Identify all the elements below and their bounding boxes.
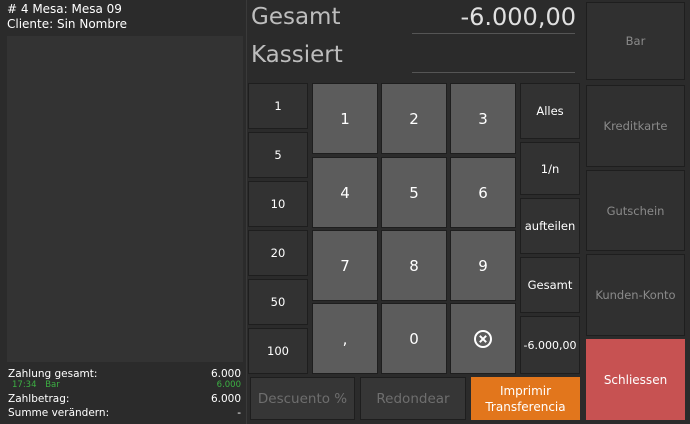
order-panel: # 4 Mesa: Mesa 09 Cliente: Sin Nombre Za…	[0, 0, 245, 424]
kunden-konto-button[interactable]: Kunden-Konto	[586, 254, 685, 336]
payment-amount: 6.000	[216, 380, 241, 390]
quick-amount-50[interactable]: 50	[248, 279, 308, 325]
imprimir-transferencia-button[interactable]: Imprimir Transferencia	[471, 377, 580, 420]
imprimir-label: Imprimir	[499, 383, 552, 398]
key-9[interactable]: 9	[450, 230, 516, 301]
summe-value: -	[237, 407, 241, 419]
key-0[interactable]: 0	[381, 303, 447, 374]
redondear-button[interactable]: Redondear	[360, 377, 466, 420]
gesamt-label: Gesamt	[251, 4, 341, 30]
key-1[interactable]: 1	[312, 83, 378, 154]
kassiert-underline	[412, 72, 575, 73]
summe-row: Summe verändern: -	[8, 407, 241, 420]
key-5[interactable]: 5	[381, 157, 447, 228]
key-clear[interactable]	[450, 303, 516, 374]
key-6[interactable]: 6	[450, 157, 516, 228]
quick-amount-100[interactable]: 100	[248, 328, 308, 374]
summe-label: Summe verändern:	[8, 407, 110, 419]
transferencia-label: Transferencia	[485, 399, 566, 414]
key-comma[interactable]: ,	[312, 303, 378, 374]
panel-divider	[246, 0, 247, 424]
descuento-button[interactable]: Descuento %	[250, 377, 355, 420]
order-items-list[interactable]	[7, 36, 243, 362]
key-3[interactable]: 3	[450, 83, 516, 154]
quick-amount-5[interactable]: 5	[248, 132, 308, 178]
amount-button[interactable]: -6.000,00	[520, 316, 580, 374]
kassiert-label: Kassiert	[251, 42, 343, 68]
payment-time: 17:34	[12, 380, 37, 390]
zahlbetrag-label: Zahlbetrag:	[8, 393, 70, 405]
gesamt-button[interactable]: Gesamt	[520, 257, 580, 313]
client-name: Cliente: Sin Nombre	[7, 17, 128, 31]
key-8[interactable]: 8	[381, 230, 447, 301]
payment-method: Bar	[45, 380, 60, 390]
bar-button[interactable]: Bar	[586, 2, 685, 80]
gutschein-button[interactable]: Gutschein	[586, 170, 685, 251]
schliessen-button[interactable]: Schliessen	[586, 339, 685, 420]
key-4[interactable]: 4	[312, 157, 378, 228]
key-2[interactable]: 2	[381, 83, 447, 154]
zahlbetrag-row: Zahlbetrag: 6.000	[8, 393, 241, 406]
quick-amount-10[interactable]: 10	[248, 181, 308, 227]
clear-icon	[474, 329, 492, 348]
payment-entry: 17:34 Bar 6.000	[12, 380, 241, 390]
gesamt-underline	[412, 33, 575, 34]
zahlung-gesamt-label: Zahlung gesamt:	[8, 368, 98, 380]
split-1n-button[interactable]: 1/n	[520, 142, 580, 195]
alles-button[interactable]: Alles	[520, 83, 580, 139]
aufteilen-button[interactable]: aufteilen	[520, 198, 580, 254]
gesamt-value: -6.000,00	[460, 3, 576, 31]
zahlbetrag-value: 6.000	[210, 393, 241, 405]
order-title: # 4 Mesa: Mesa 09	[7, 2, 122, 16]
quick-amount-20[interactable]: 20	[248, 230, 308, 276]
key-7[interactable]: 7	[312, 230, 378, 301]
quick-amount-1[interactable]: 1	[248, 83, 308, 129]
kreditkarte-button[interactable]: Kreditkarte	[586, 85, 685, 167]
